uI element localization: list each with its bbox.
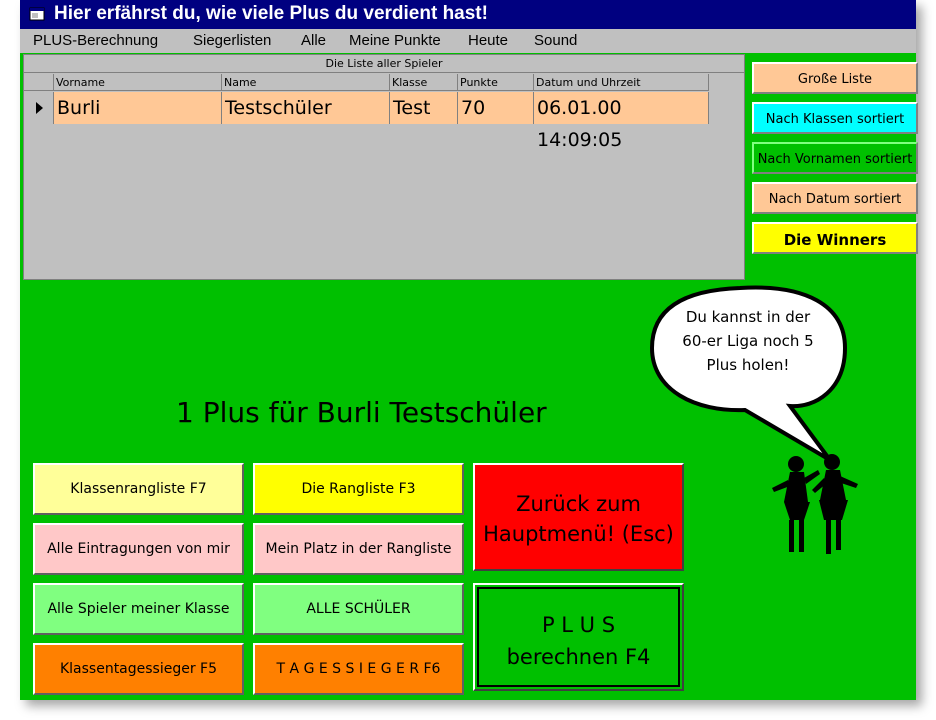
- player-grid[interactable]: Die Liste aller Spieler Vorname Name Kla…: [23, 54, 745, 280]
- zurueck-label-line2: Hauptmenü! (Esc): [483, 522, 674, 546]
- zurueck-label-line1: Zurück zum: [516, 492, 641, 516]
- col-header-name[interactable]: Name: [222, 74, 390, 91]
- menu-meine-punkte[interactable]: Meine Punkte: [349, 32, 441, 49]
- title-bar: Hier erfährst du, wie viele Plus du verd…: [20, 0, 916, 29]
- row-selector-arrow-icon: [36, 102, 43, 114]
- speech-line-2: 60-er Liga noch 5: [682, 332, 814, 350]
- table-cell-klasse[interactable]: Test: [390, 92, 458, 124]
- grid-caption: Die Liste aller Spieler: [24, 55, 744, 73]
- grid-corner: [24, 74, 54, 91]
- plus-berechnen-button[interactable]: P L U S berechnen F4: [473, 583, 684, 691]
- col-header-datum[interactable]: Datum und Uhrzeit: [534, 74, 709, 91]
- grosse-liste-button[interactable]: Große Liste: [752, 62, 918, 94]
- alle-schueler-button[interactable]: ALLE SCHÜLER: [253, 583, 464, 635]
- plus-label-line1: P L U S: [541, 613, 616, 637]
- table-cell-datum[interactable]: 06.01.00 14:09:05: [534, 92, 709, 151]
- col-header-klasse[interactable]: Klasse: [390, 74, 458, 91]
- klassenrangliste-button[interactable]: Klassenrangliste F7: [33, 463, 244, 515]
- menu-plus-berechnung[interactable]: PLUS-Berechnung: [33, 32, 158, 49]
- speech-bubble-text: Du kannst in der 60-er Liga noch 5 Plus …: [668, 305, 828, 377]
- menu-alle[interactable]: Alle: [301, 32, 326, 49]
- rangliste-button[interactable]: Die Rangliste F3: [253, 463, 464, 515]
- nach-vornamen-button[interactable]: Nach Vornamen sortiert: [752, 142, 918, 174]
- menu-heute[interactable]: Heute: [468, 32, 508, 49]
- plus-label-line2: berechnen F4: [506, 645, 651, 669]
- klassentagessieger-button[interactable]: Klassentagessieger F5: [33, 643, 244, 695]
- mein-platz-button[interactable]: Mein Platz in der Rangliste: [253, 523, 464, 575]
- window-icon: [29, 7, 45, 21]
- eintragungen-button[interactable]: Alle Eintragungen von mir: [33, 523, 244, 575]
- headline: 1 Plus für Burli Testschüler: [176, 396, 547, 429]
- menu-bar: PLUS-Berechnung Siegerlisten Alle Meine …: [20, 29, 916, 53]
- menu-sound[interactable]: Sound: [534, 32, 577, 49]
- table-cell-punkte[interactable]: 70: [458, 92, 534, 124]
- row-selector[interactable]: [24, 92, 54, 124]
- tagessieger-button[interactable]: T A G E S S I E G E R F6: [253, 643, 464, 695]
- zurueck-button[interactable]: Zurück zum Hauptmenü! (Esc): [473, 463, 684, 571]
- table-cell-vorname[interactable]: Burli: [54, 92, 222, 124]
- table-cell-name[interactable]: Testschüler: [222, 92, 390, 124]
- window-title: Hier erfährst du, wie viele Plus du verd…: [54, 3, 488, 24]
- menu-siegerlisten[interactable]: Siegerlisten: [193, 32, 271, 49]
- speech-line-1: Du kannst in der: [685, 308, 811, 326]
- dancing-girls-icon: [772, 454, 858, 554]
- speech-line-3: Plus holen!: [706, 356, 790, 374]
- col-header-vorname[interactable]: Vorname: [54, 74, 222, 91]
- die-winners-button[interactable]: Die Winners: [752, 222, 918, 254]
- nach-klassen-button[interactable]: Nach Klassen sortiert: [752, 102, 918, 134]
- col-header-punkte[interactable]: Punkte: [458, 74, 534, 91]
- nach-datum-button[interactable]: Nach Datum sortiert: [752, 182, 918, 214]
- spieler-klasse-button[interactable]: Alle Spieler meiner Klasse: [33, 583, 244, 635]
- app-window: Hier erfährst du, wie viele Plus du verd…: [20, 0, 918, 700]
